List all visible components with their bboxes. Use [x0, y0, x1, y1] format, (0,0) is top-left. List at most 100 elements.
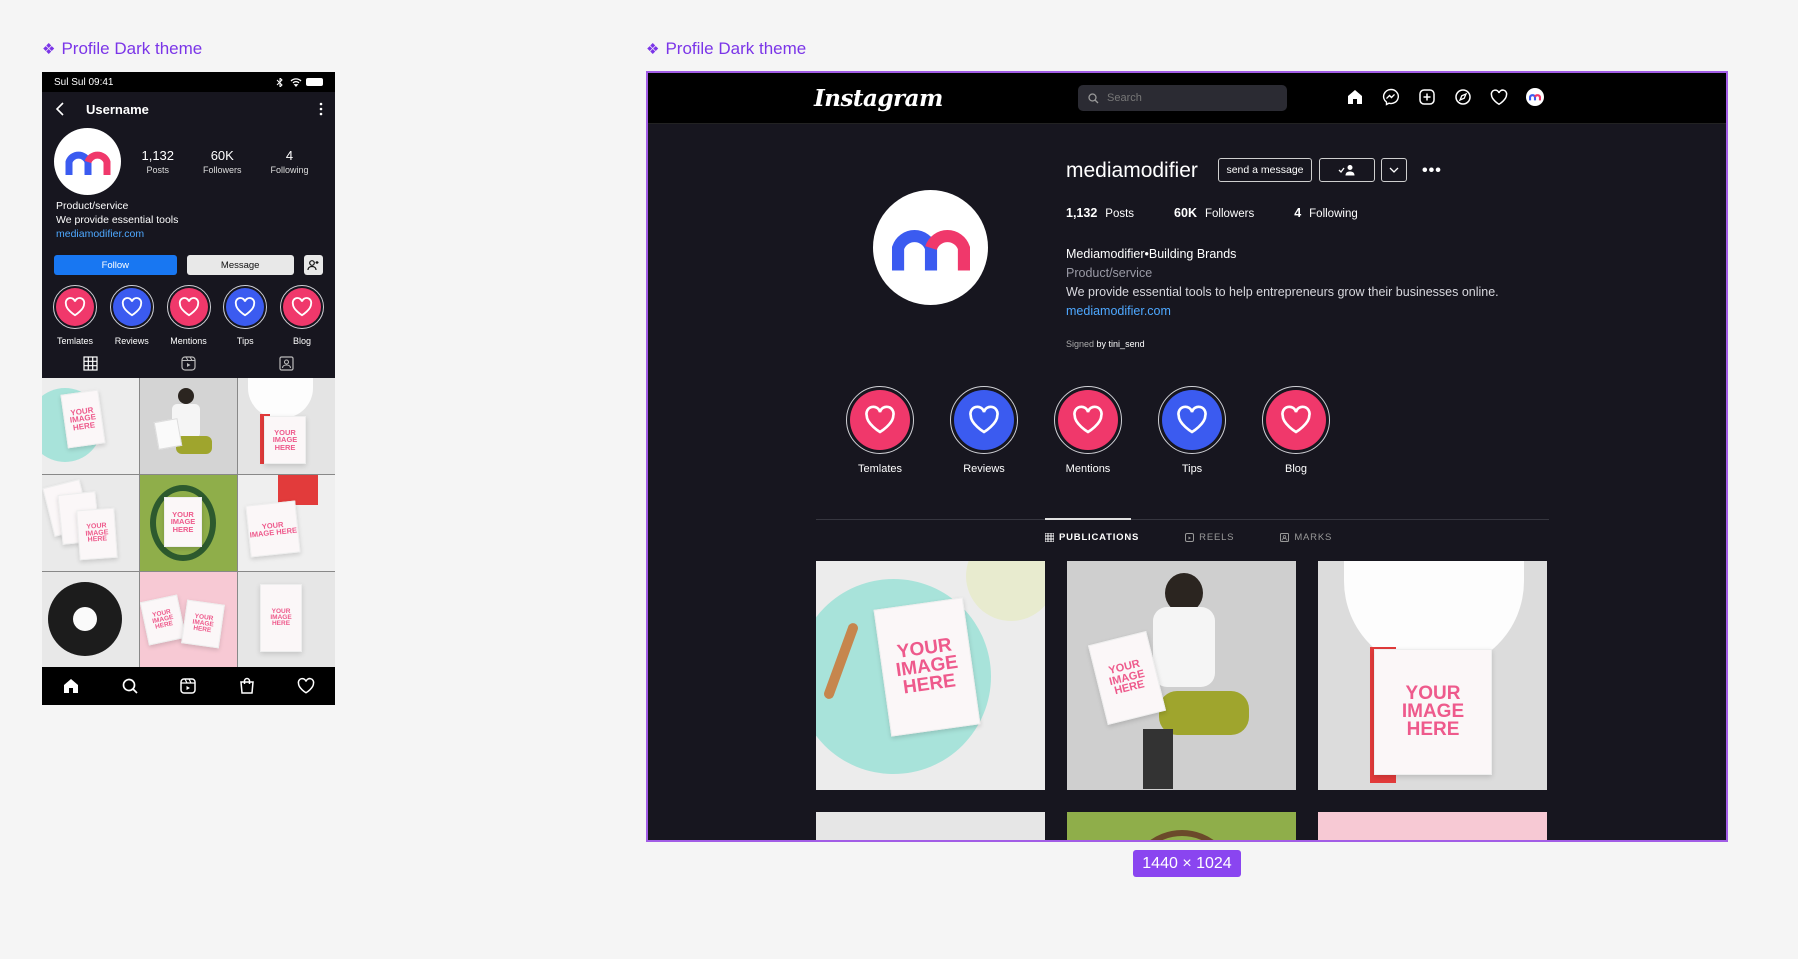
stat-label: Posts [146, 165, 170, 175]
search-icon [1088, 92, 1099, 103]
stat-following[interactable]: 4 Following [270, 148, 308, 175]
tab-marks[interactable]: MARKS [1280, 532, 1332, 543]
mobile-header: Username [42, 92, 335, 126]
add-user-icon [307, 259, 319, 270]
highlight-item[interactable]: Temlates [52, 285, 98, 346]
highlight-circle [850, 390, 910, 450]
instagram-logo[interactable]: Instagram [814, 85, 943, 112]
home-icon[interactable] [62, 677, 80, 695]
highlight-item[interactable]: Tips [222, 285, 268, 346]
stat-label: Posts [1105, 208, 1135, 220]
highlight-label: Tips [1181, 463, 1203, 475]
message-button[interactable]: Message [186, 255, 294, 275]
bio-name: Mediamodifier•Building Brands [1066, 247, 1237, 261]
highlight-label: Temlates [56, 336, 93, 346]
mockup-card: YOUR IMAGE HERE [873, 597, 981, 737]
wifi-icon [290, 77, 302, 87]
desktop-profile-frame: Instagram Search mediamodifier send a me… [646, 71, 1728, 842]
explore-icon[interactable] [1454, 88, 1472, 106]
suggestions-dropdown-button[interactable] [1381, 158, 1407, 182]
home-icon[interactable] [1346, 88, 1364, 106]
desktop-frame-label: ❖ Profile Dark theme [646, 39, 806, 59]
search-icon[interactable] [121, 677, 139, 695]
messenger-icon[interactable] [1382, 88, 1400, 106]
highlight-ring [950, 386, 1018, 454]
stat-followers[interactable]: 60K Followers [203, 148, 242, 175]
mockup-card: YOUR IMAGE HERE [164, 497, 202, 547]
highlight-item[interactable]: Mentions [166, 285, 212, 346]
more-options-icon[interactable]: ••• [1422, 162, 1442, 180]
highlight-item[interactable]: Reviews [950, 386, 1018, 475]
nav-icons [1346, 88, 1544, 106]
more-vertical-icon[interactable] [319, 102, 323, 116]
reels-icon[interactable] [179, 677, 197, 695]
post-tile[interactable] [1318, 812, 1547, 840]
heart-icon[interactable] [1490, 88, 1508, 106]
shop-icon[interactable] [238, 677, 256, 695]
post-tile[interactable] [816, 812, 1045, 840]
following-button[interactable] [1319, 158, 1375, 182]
post-tile[interactable]: YOUR IMAGE HERE YOUR IMAGE HERE [140, 572, 237, 668]
top-nav: Instagram Search [648, 73, 1726, 124]
status-time: Sul Sul 09:41 [54, 76, 114, 88]
bio-link[interactable]: mediamodifier.com [56, 227, 321, 241]
stat-value: 1,132 [141, 148, 175, 163]
follow-button[interactable]: Follow [54, 255, 177, 275]
post-tile[interactable]: YOUR IMAGE HERE [140, 475, 237, 571]
post-tile[interactable] [42, 572, 139, 668]
heart-icon [235, 297, 256, 317]
new-post-icon[interactable] [1418, 88, 1436, 106]
post-tile[interactable] [140, 378, 237, 474]
highlight-item[interactable]: Temlates [846, 386, 914, 475]
highlight-ring [166, 285, 211, 329]
mockup-card: YOUR IMAGE HERE [76, 507, 118, 561]
heart-icon[interactable] [297, 677, 315, 695]
post-tile[interactable]: YOUR IMAGE HERE [42, 475, 139, 571]
reels-tab-icon[interactable] [181, 355, 196, 371]
highlight-label: Mentions [1065, 463, 1111, 475]
post-tile[interactable]: YOUR IMAGE HERE [238, 572, 335, 668]
stat-followers[interactable]: 60K Followers [1174, 206, 1254, 220]
send-message-button[interactable]: send a message [1218, 158, 1312, 182]
post-tile[interactable]: YOUR IMAGE HERE [42, 378, 139, 474]
highlight-label: Blog [1284, 463, 1308, 475]
post-tile[interactable]: YOUR IMAGE HERE [1067, 561, 1296, 790]
desktop-bio: Mediamodifier•Building Brands Product/se… [1066, 245, 1499, 321]
tab-reels[interactable]: REELS [1185, 532, 1234, 543]
highlight-circle [1266, 390, 1326, 450]
stat-following[interactable]: 4 Following [1294, 206, 1358, 220]
mockup-card: YOUR IMAGE HERE [140, 594, 187, 646]
desktop-highlights: Temlates Reviews Mentions Tips Blog [846, 386, 1330, 475]
tagged-tab-icon[interactable] [279, 355, 294, 371]
avatar[interactable] [873, 190, 988, 305]
signed-by: Signed by tini_send [1066, 339, 1145, 349]
bio-text: We provide essential tools to help entre… [1066, 285, 1499, 299]
highlight-item[interactable]: Reviews [109, 285, 155, 346]
heart-icon [178, 297, 199, 317]
highlight-item[interactable]: Mentions [1054, 386, 1122, 475]
nav-avatar[interactable] [1526, 88, 1544, 106]
post-tile[interactable] [1067, 812, 1296, 840]
tab-publications[interactable]: PUBLICATIONS [1045, 532, 1139, 543]
highlight-item[interactable]: Blog [1262, 386, 1330, 475]
bio-link[interactable]: mediamodifier.com [1066, 302, 1499, 321]
back-icon[interactable] [54, 102, 66, 116]
mockup-card: YOUR IMAGE HERE [181, 599, 225, 649]
post-tile[interactable]: YOUR IMAGE HERE [238, 378, 335, 474]
stat-posts[interactable]: 1,132 Posts [141, 148, 174, 175]
post-tile[interactable]: YOUR IMAGE HERE [1318, 561, 1547, 790]
highlight-circle [283, 288, 321, 326]
signed-by-user[interactable]: by tini_send [1097, 339, 1145, 349]
search-input[interactable]: Search [1078, 85, 1287, 111]
highlight-item[interactable]: Tips [1158, 386, 1226, 475]
post-tile[interactable]: YOUR IMAGE HERE [238, 475, 335, 571]
stat-posts[interactable]: 1,132 Posts [1066, 206, 1134, 220]
avatar[interactable] [54, 128, 121, 195]
grid-tab-icon[interactable] [83, 355, 98, 371]
mediamodifier-logo-icon [891, 229, 970, 271]
add-user-button[interactable] [303, 255, 323, 275]
highlight-item[interactable]: Blog [279, 285, 325, 346]
mockup-card: YOUR IMAGE HERE [1374, 649, 1492, 775]
desktop-stats: 1,132 Posts 60K Followers 4 Following [1066, 206, 1358, 220]
post-tile[interactable]: YOUR IMAGE HERE [816, 561, 1045, 790]
